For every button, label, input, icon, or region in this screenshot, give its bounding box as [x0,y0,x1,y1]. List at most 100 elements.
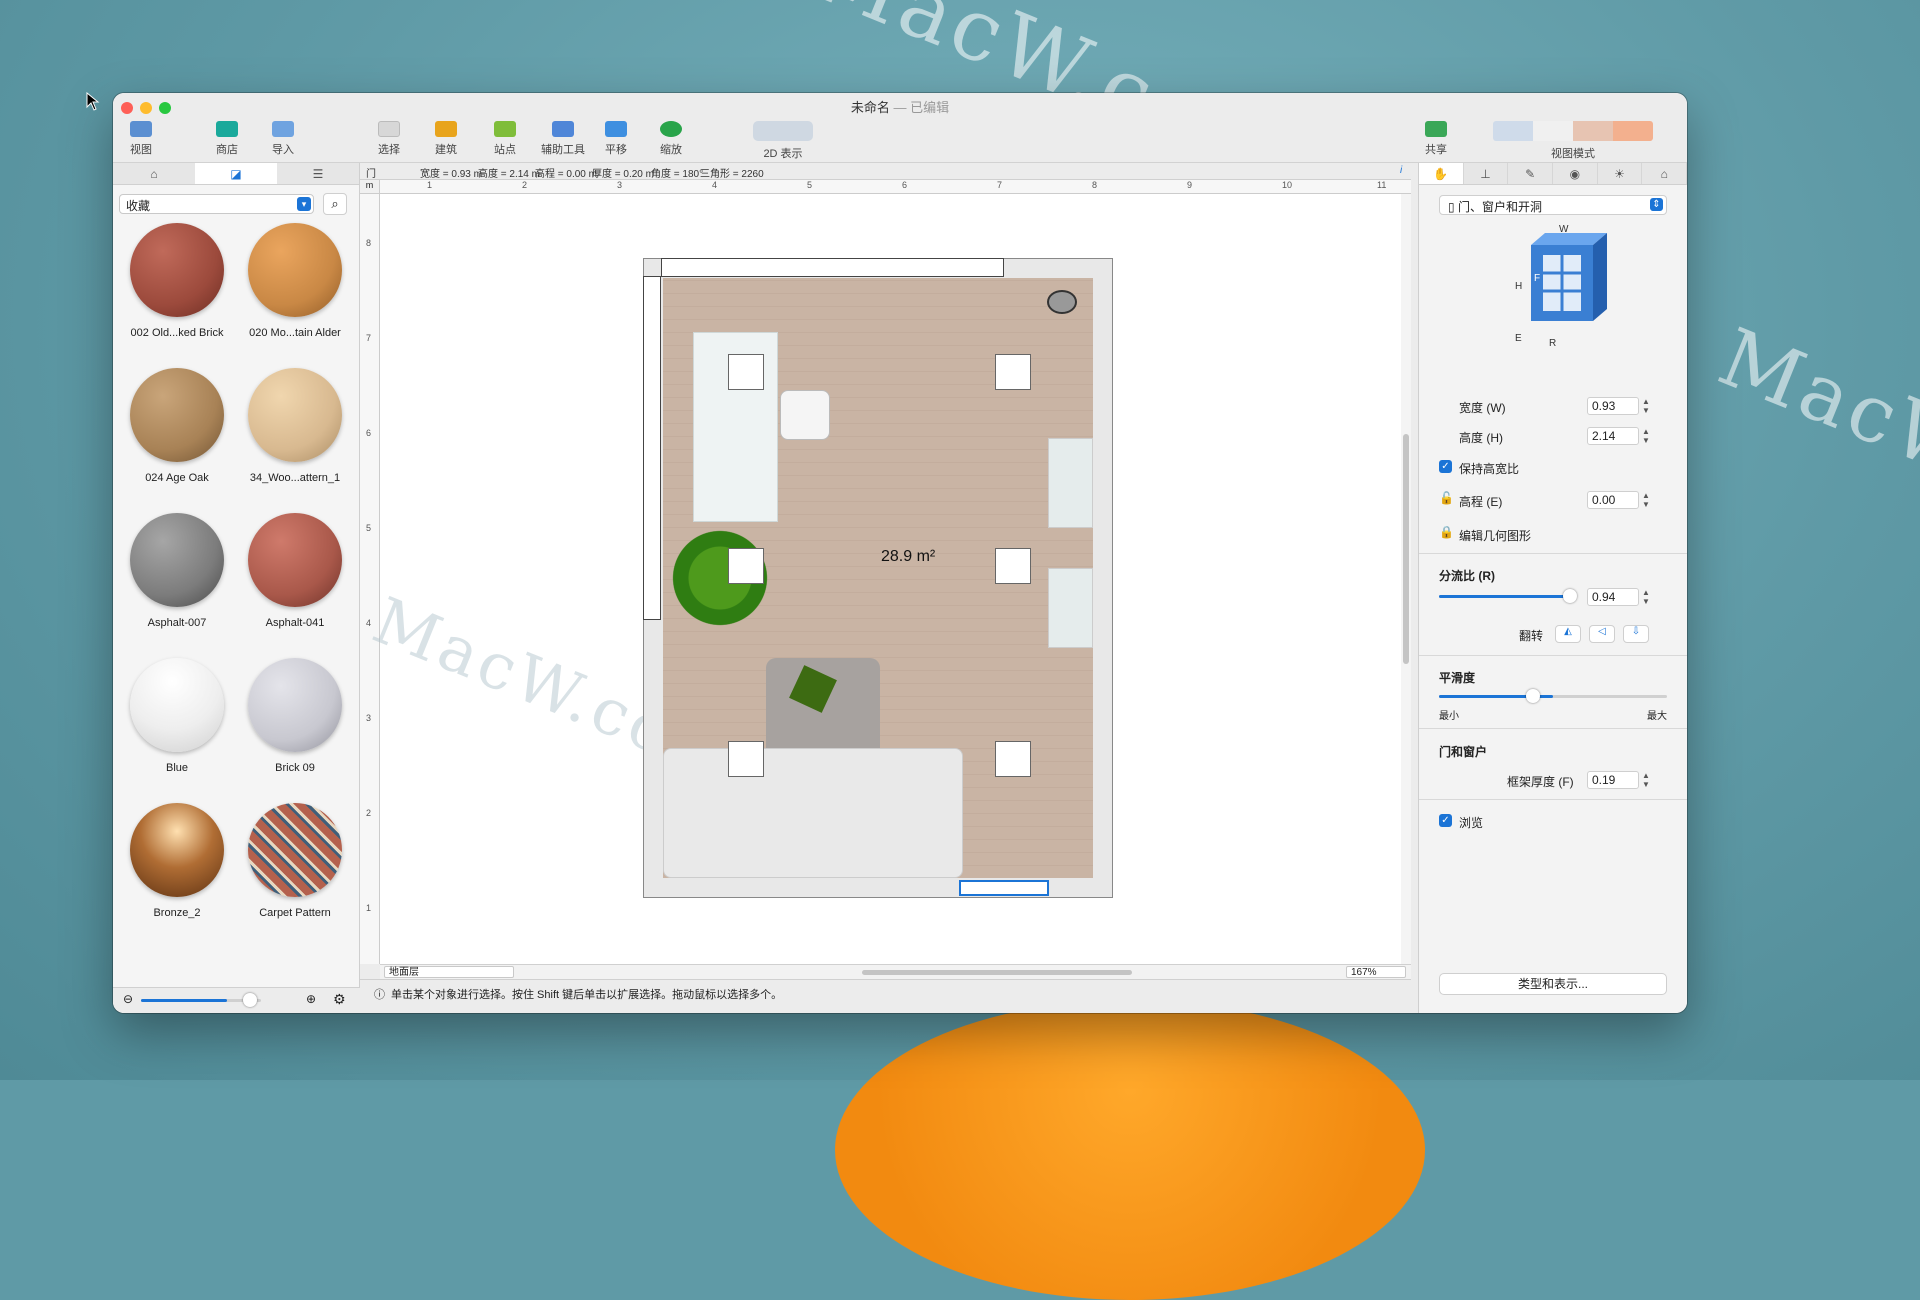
section-divider [1419,655,1687,656]
chevron-down-icon: ▾ [297,197,311,211]
keep-ratio-checkbox[interactable]: ✓ [1439,460,1452,473]
material-item[interactable]: Bronze_2 [118,803,236,919]
smoothness-knob[interactable] [1526,689,1540,703]
edit-geometry-link[interactable]: 编辑几何图形 [1459,527,1531,544]
material-item[interactable]: 34_Woo...attern_1 [236,368,354,484]
split-ratio-stepper[interactable]: ▲ ▼ [1641,588,1651,606]
lock-icon: 🔒 [1439,525,1454,539]
2d-view-button[interactable]: 2D 表示 [753,121,813,161]
chair[interactable] [780,390,830,440]
material-swatch [248,658,342,752]
material-swatch [130,368,224,462]
window-left[interactable] [643,276,661,620]
side-cabinet[interactable] [1048,438,1093,528]
search-icon[interactable]: ⌕ [323,193,347,215]
elevation-field[interactable]: 0.00 [1587,491,1639,509]
pillar[interactable] [995,354,1031,390]
pillar[interactable] [728,741,764,777]
site-button[interactable]: 站点 [487,121,523,157]
helpers-button[interactable]: 辅助工具 [533,121,593,157]
width-stepper[interactable]: ▲ ▼ [1641,397,1651,415]
height-stepper[interactable]: ▲ ▼ [1641,427,1651,445]
height-field[interactable]: 2.14 [1587,427,1639,445]
orange-decoration [835,1000,1425,1300]
smoothness-slider[interactable] [1439,695,1667,698]
info-width: 宽度 = 0.93 m [420,169,482,180]
zoom-out-icon[interactable]: ⊖ [123,992,133,1006]
ruler-tick: 7 [997,180,1003,190]
material-swatch [130,223,224,317]
browse-checkbox[interactable]: ✓ [1439,814,1452,827]
flip-horizontal-button[interactable]: ◭ [1555,625,1581,643]
view-button[interactable]: 视图 [123,121,159,157]
diagram-label-r: R [1549,338,1556,348]
vertical-scrollbar[interactable] [1401,194,1411,964]
tab-building[interactable]: ⌂ [1642,163,1687,184]
sofa[interactable] [663,748,963,878]
store-button[interactable]: 商店 [209,121,245,157]
horizontal-scroll-thumb[interactable] [862,970,1132,975]
floor-plan[interactable]: 28.9 m² [643,258,1113,898]
material-item[interactable]: 020 Mo...tain Alder [236,223,354,339]
pillar[interactable] [728,354,764,390]
share-button[interactable]: 共享 [1418,121,1454,157]
frame-thickness-stepper[interactable]: ▲ ▼ [1641,771,1651,789]
pillar[interactable] [995,741,1031,777]
pillar[interactable] [995,548,1031,584]
unlock-icon[interactable]: 🔓 [1439,491,1454,505]
info-triangles: 三角形 = 2260 [700,169,764,180]
ruler-tick: 8 [1092,180,1098,190]
zoom-in-icon[interactable]: ⊕ [306,992,316,1006]
width-field[interactable]: 0.93 [1587,397,1639,415]
import-button[interactable]: 导入 [265,121,301,157]
split-ratio-knob[interactable] [1563,589,1577,603]
material-item[interactable]: Blue [118,658,236,774]
info-icon[interactable]: i [1400,165,1402,176]
material-item[interactable]: 024 Age Oak [118,368,236,484]
vertical-ruler: 8 7 6 5 4 3 2 1 [360,194,380,964]
tab-edit[interactable]: ✎ [1508,163,1554,184]
material-item[interactable]: Asphalt-007 [118,513,236,629]
material-item[interactable]: Asphalt-041 [236,513,354,629]
category-select[interactable]: ▯ 门、窗户和开洞 ⇕ [1439,195,1667,215]
level-select[interactable]: 地面层 [384,966,514,978]
tab-transform[interactable]: ⊥ [1464,163,1509,184]
tab-list[interactable]: ☰ [277,163,359,184]
split-ratio-field[interactable]: 0.94 [1587,588,1639,606]
zoom-select[interactable]: 167% [1346,966,1406,978]
material-item[interactable]: 002 Old...ked Brick [118,223,236,339]
pillar[interactable] [728,548,764,584]
split-ratio-slider[interactable] [1439,595,1577,598]
frame-thickness-field[interactable]: 0.19 [1587,771,1639,789]
window-top[interactable] [661,258,1004,277]
stool[interactable] [1047,290,1077,314]
collection-select[interactable]: 收藏 ▾ [119,194,314,214]
material-item[interactable]: Brick 09 [236,658,354,774]
view-mode-group[interactable]: 视图模式 [1493,121,1653,161]
tab-object[interactable]: ✋ [1419,163,1464,184]
flip-vertical-button[interactable]: ◁ [1589,625,1615,643]
window-title: 未命名 — 已编辑 [850,100,950,115]
type-and-representation-button[interactable]: 类型和表示... [1439,973,1667,995]
tab-materials[interactable]: ◪ [195,163,277,184]
diagram-label-f: F [1534,273,1540,284]
build-button[interactable]: 建筑 [428,121,464,157]
gear-icon[interactable]: ⚙ [333,991,346,1008]
elevation-stepper[interactable]: ▲ ▼ [1641,491,1651,509]
scroll-thumb[interactable] [1403,434,1409,664]
horizontal-ruler: 1 2 3 4 5 6 7 8 9 10 11 [380,180,1411,194]
ruler-tick: 6 [366,428,372,438]
side-cabinet[interactable] [1048,568,1093,648]
slider-knob[interactable] [243,993,257,1007]
select-button[interactable]: 选择 [369,121,409,157]
inspector-tabs: ✋ ⊥ ✎ ◉ ☀ ⌂ [1419,163,1687,185]
pan-button[interactable]: 平移 [598,121,634,157]
tab-camera[interactable]: ◉ [1553,163,1598,184]
tab-light[interactable]: ☀ [1598,163,1643,184]
flip-opening-button[interactable]: ⇩ [1623,625,1649,643]
selected-door[interactable] [959,880,1049,896]
zoom-tool-button[interactable]: 缩放 [653,121,689,157]
tab-furniture[interactable]: ⌂ [113,163,195,184]
material-item[interactable]: Carpet Pattern [236,803,354,919]
cart-icon [216,121,238,137]
